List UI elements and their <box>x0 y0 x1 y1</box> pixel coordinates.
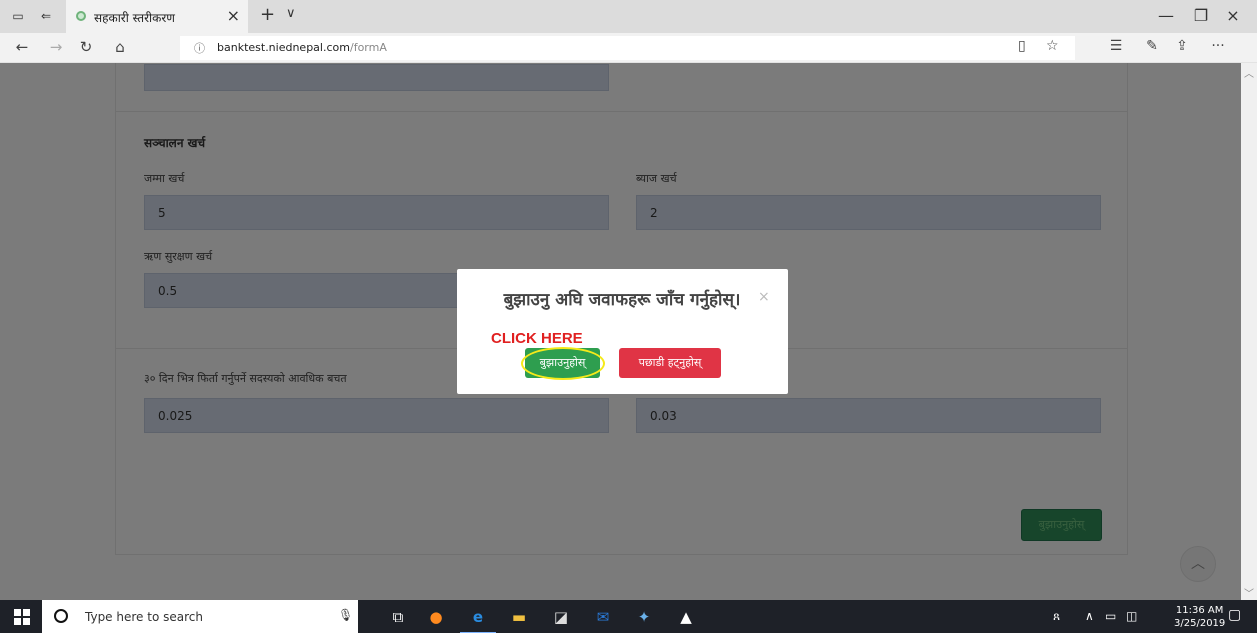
refresh-icon[interactable]: ↻ <box>76 38 96 56</box>
cortana-icon <box>54 609 68 623</box>
outlook-icon[interactable]: ✉ <box>591 605 615 629</box>
file-explorer-icon[interactable]: ▬ <box>507 605 531 629</box>
task-view-icon[interactable]: ⧉ <box>386 605 410 629</box>
edge-icon[interactable]: e <box>460 605 496 633</box>
home-icon[interactable]: ⌂ <box>110 38 130 56</box>
minimize-button[interactable]: — <box>1156 6 1176 25</box>
pen-notes-icon[interactable]: ✎ <box>1142 38 1162 54</box>
vertical-scrollbar[interactable]: ︿ ﹀ <box>1241 63 1257 600</box>
back-arrow-icon[interactable]: ← <box>12 38 32 56</box>
window-close-button[interactable]: × <box>1223 6 1243 25</box>
taskbar-search-placeholder: Type here to search <box>85 610 203 624</box>
url-path: /formA <box>349 41 387 54</box>
windows-start-icon[interactable] <box>14 609 30 625</box>
gallery-icon[interactable]: ▲ <box>674 605 698 629</box>
url-text[interactable]: banktest.niednepal.com/formA <box>217 41 387 54</box>
paint-icon[interactable]: ✦ <box>632 605 656 629</box>
highlight-circle-annotation <box>521 347 605 380</box>
share-icon[interactable]: ⇪ <box>1172 38 1192 54</box>
reading-view-icon[interactable]: ▯ <box>1018 38 1026 54</box>
forward-arrow-icon[interactable]: → <box>46 38 66 56</box>
photos-app-icon[interactable]: ◪ <box>549 605 573 629</box>
dialog-title: बुझाउनु अघि जवाफहरू जाँच गर्नुहोस्। <box>503 290 741 310</box>
taskbar-clock[interactable]: 11:36 AM 3/25/2019 <box>1174 604 1225 630</box>
page-viewport: सञ्चालन खर्च जम्मा खर्च ब्याज खर्च 5 2 ऋ… <box>0 63 1241 600</box>
confirm-dialog: बुझाउनु अघि जवाफहरू जाँच गर्नुहोस्। × CL… <box>457 269 788 394</box>
clock-date: 3/25/2019 <box>1174 618 1226 629</box>
taskbar-search-box[interactable]: Type here to search 🎙 <box>42 600 358 633</box>
microphone-icon[interactable]: 🎙 <box>338 608 353 622</box>
click-here-annotation: CLICK HERE <box>491 330 583 347</box>
browser-tab-bar: ▭ ⇐ सहकारी स्तरीकरण × + ∨ — ❐ × <box>0 0 1257 33</box>
url-domain: banktest.niednepal.com <box>217 41 350 54</box>
browser-tab[interactable]: सहकारी स्तरीकरण × <box>66 0 248 33</box>
firefox-icon[interactable]: ● <box>424 605 448 629</box>
show-hidden-icons-chevron-icon[interactable]: ∧ <box>1085 609 1094 623</box>
set-tabs-aside-icon[interactable]: ⇐ <box>38 8 54 24</box>
favorite-star-icon[interactable]: ☆ <box>1046 38 1059 54</box>
scroll-up-arrow-icon[interactable]: ︿ <box>1244 65 1254 80</box>
more-options-icon[interactable]: ··· <box>1208 38 1228 54</box>
speaker-icon[interactable]: ◫ <box>1126 609 1137 623</box>
tab-close-icon[interactable]: × <box>227 6 240 25</box>
action-center-icon[interactable]: ▢ <box>1228 607 1241 623</box>
go-back-button[interactable]: पछाडी हट्नुहोस् <box>619 348 721 378</box>
people-icon[interactable]: ጸ <box>1053 609 1060 624</box>
dialog-close-icon[interactable]: × <box>758 289 770 305</box>
scroll-down-arrow-icon[interactable]: ﹀ <box>1244 585 1254 600</box>
tab-preview-toggle-icon[interactable]: ∨ <box>286 6 296 21</box>
info-icon[interactable]: ⓘ <box>194 40 205 56</box>
restore-button[interactable]: ❐ <box>1191 6 1211 25</box>
clock-time: 11:36 AM <box>1175 605 1224 616</box>
new-tab-button[interactable]: + <box>260 4 275 25</box>
address-toolbar: ← → ↻ ⌂ ⓘ banktest.niednepal.com/formA ▯… <box>0 33 1257 63</box>
windows-taskbar: Type here to search 🎙 ⧉ ● e ▬ ◪ ✉ ✦ ▲ ጸ … <box>0 600 1257 633</box>
network-icon[interactable]: ▭ <box>1105 609 1116 623</box>
tab-actions-icon[interactable]: ▭ <box>10 8 26 24</box>
address-bar[interactable]: ⓘ banktest.niednepal.com/formA ▯ ☆ <box>180 36 1075 60</box>
tab-title: सहकारी स्तरीकरण <box>94 11 175 25</box>
loading-favicon-icon <box>76 11 86 21</box>
favorites-hub-icon[interactable]: ☰ <box>1106 38 1126 54</box>
